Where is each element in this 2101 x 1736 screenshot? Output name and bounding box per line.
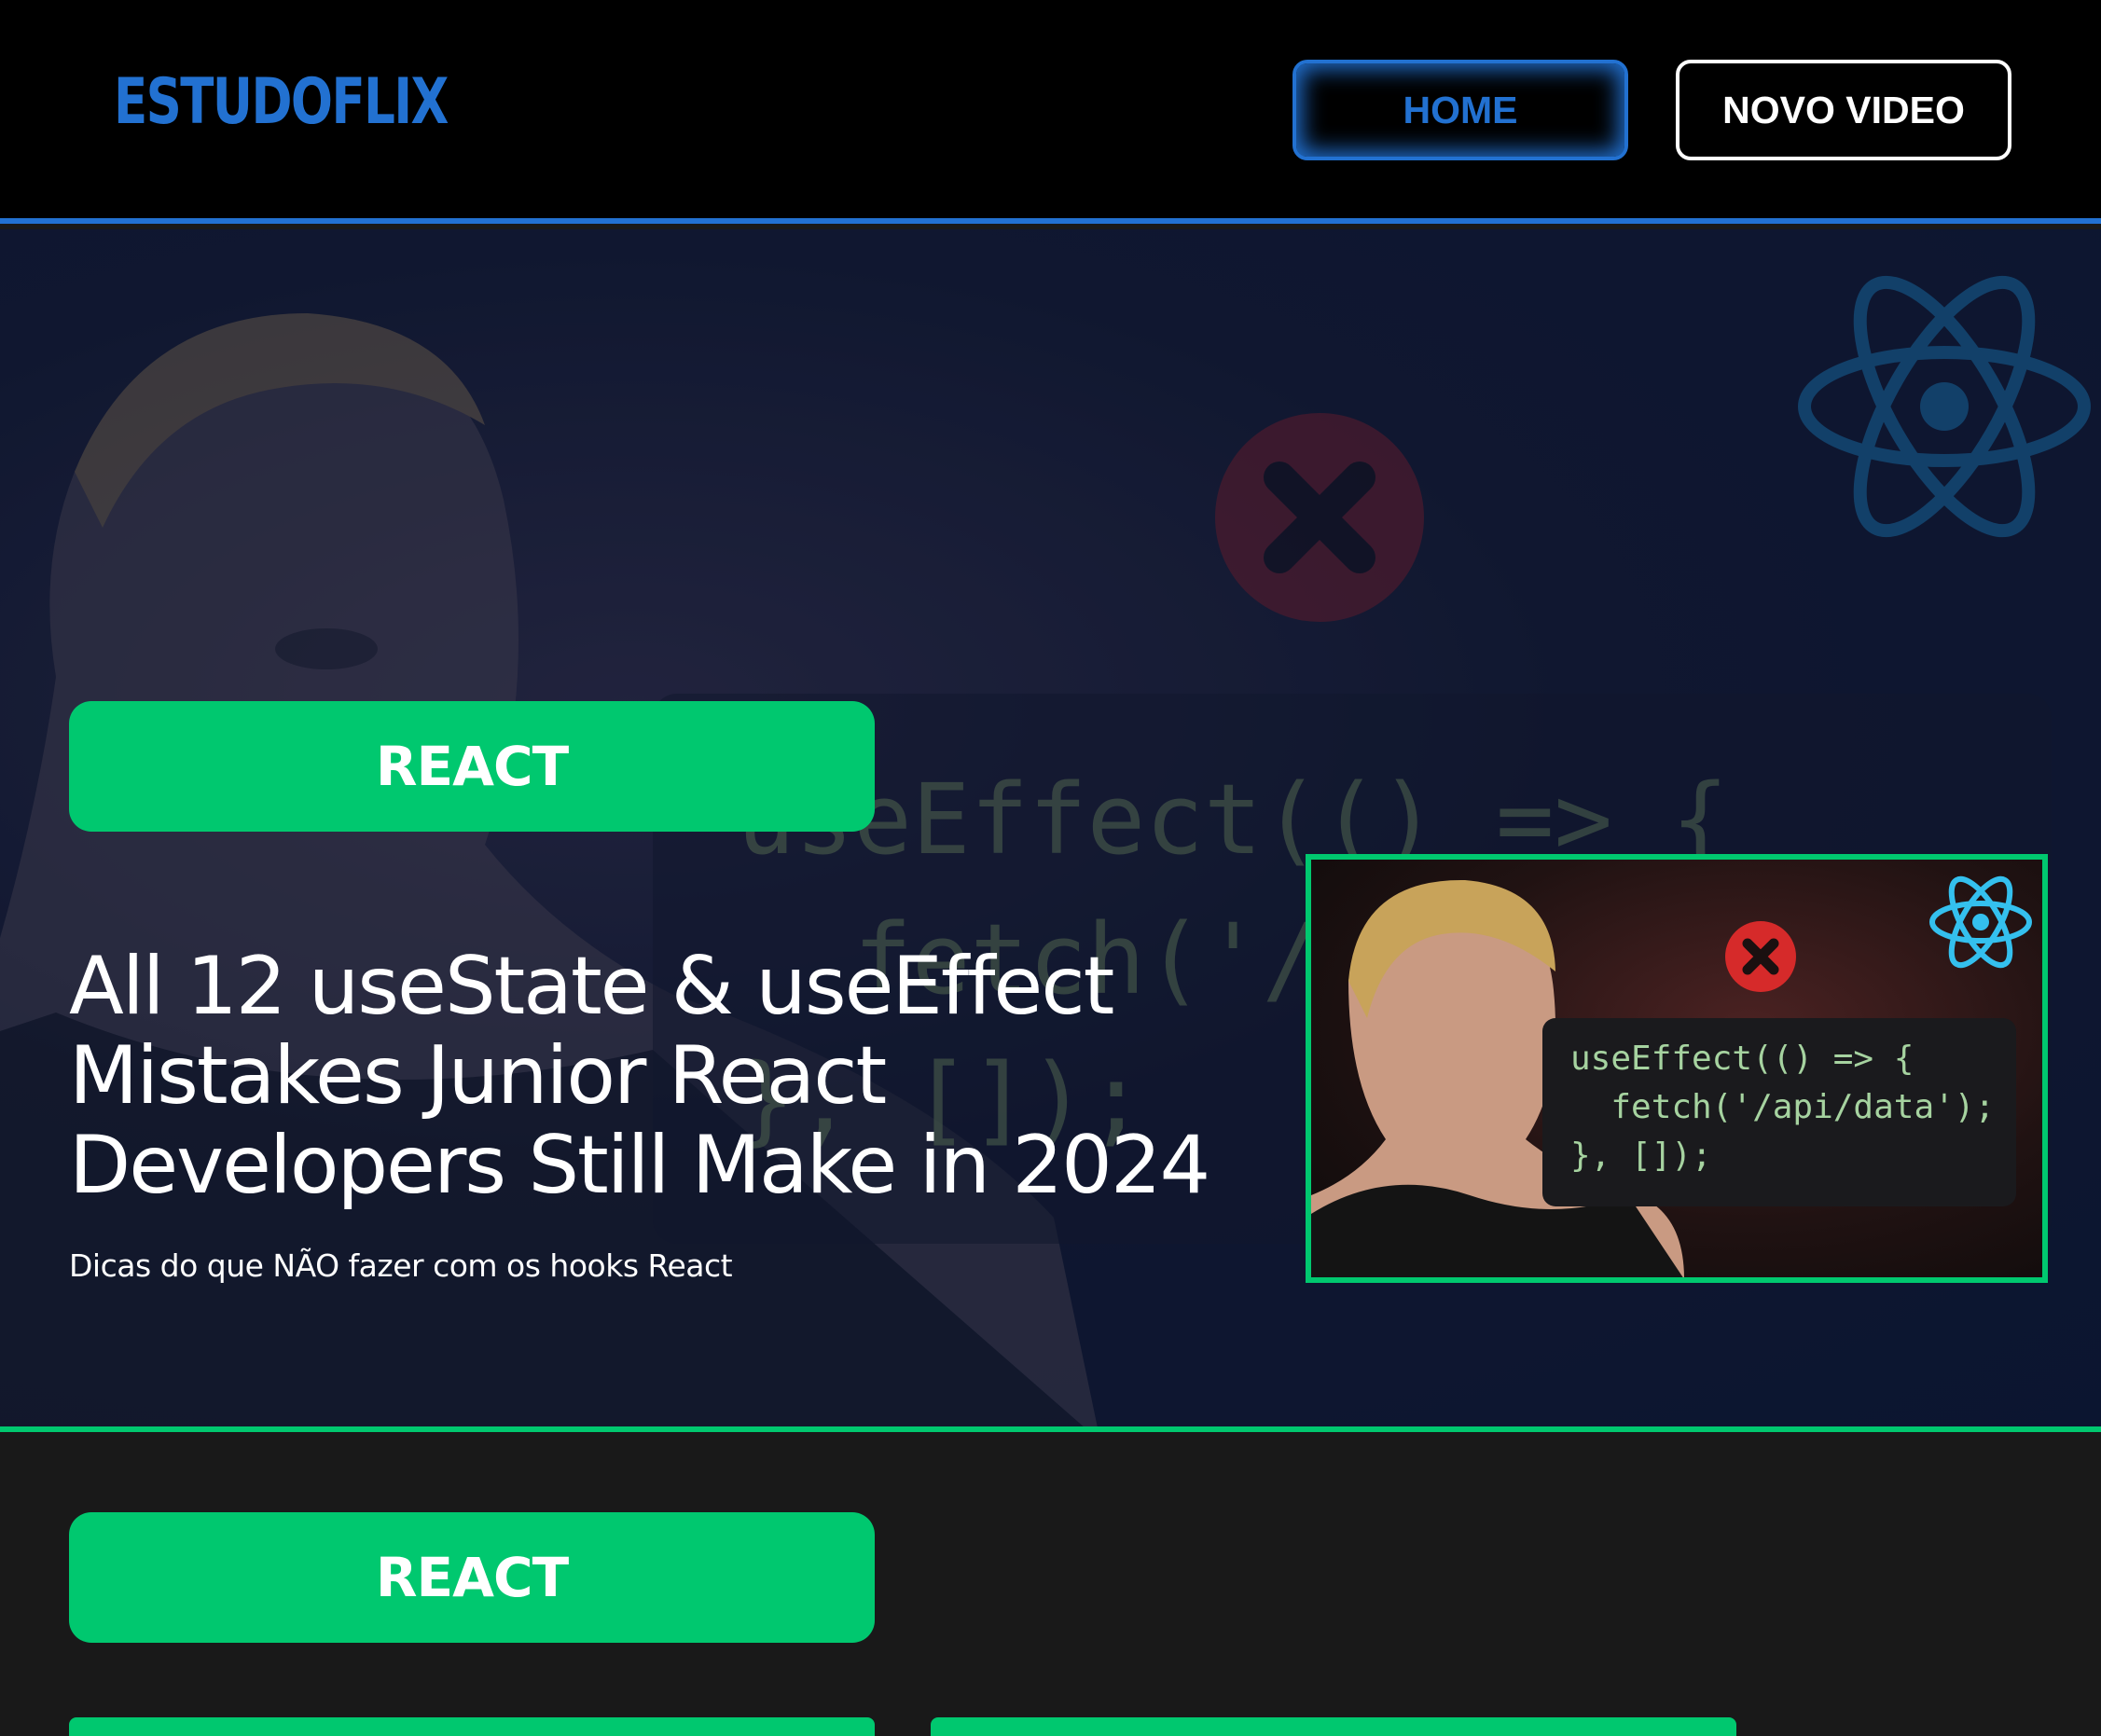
category-badge[interactable]: REACT bbox=[69, 701, 875, 832]
react-atom-icon bbox=[1929, 875, 2032, 969]
hero-description: Dicas do que NÃO fazer com os hooks Reac… bbox=[69, 1247, 733, 1284]
home-button[interactable]: HOME bbox=[1292, 60, 1628, 160]
new-video-button[interactable]: NOVO VIDEO bbox=[1676, 60, 2011, 160]
video-card[interactable] bbox=[931, 1717, 1736, 1736]
logo[interactable]: ESTUDOFLIX bbox=[114, 65, 449, 139]
thumbnail-code-panel: useEffect(() => { fetch('/api/data'); },… bbox=[1542, 1018, 2016, 1206]
hero-title: All 12 useState & useEffect Mistakes Jun… bbox=[69, 940, 1210, 1212]
site-header: ESTUDOFLIX HOME NOVO VIDEO bbox=[0, 0, 2101, 224]
thumbnail-code-text: useEffect(() => { fetch('/api/data'); },… bbox=[1570, 1040, 1996, 1175]
video-thumbnail[interactable]: useEffect(() => { fetch('/api/data'); },… bbox=[1306, 854, 2048, 1283]
close-x-icon bbox=[1725, 921, 1796, 992]
video-card[interactable] bbox=[69, 1717, 875, 1736]
section-category-header: REACT bbox=[69, 1512, 875, 1643]
